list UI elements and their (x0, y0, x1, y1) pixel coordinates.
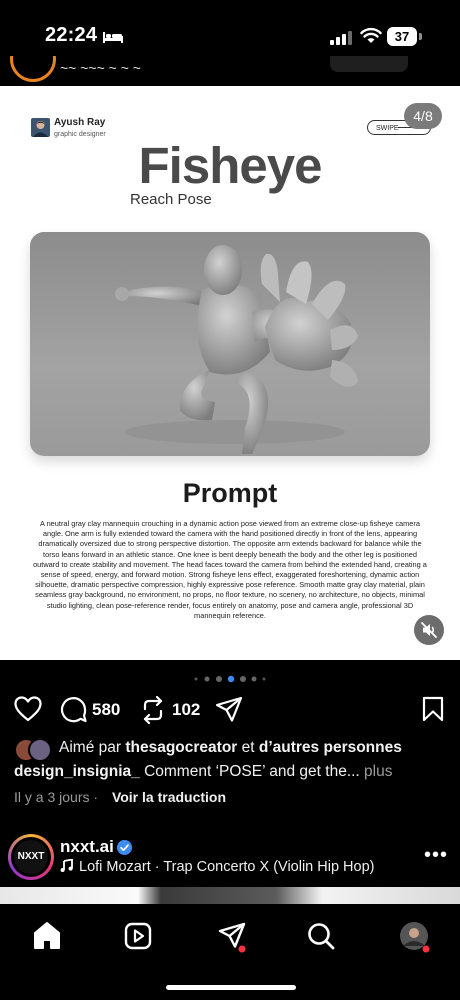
previous-post-text: ~~ ~~~ ~ ~ ~ (60, 60, 141, 76)
carousel-dot (262, 677, 266, 681)
meta-separator: · (89, 789, 102, 805)
caption-text: Comment ‘POSE’ and get the... (139, 763, 360, 780)
reposts-count[interactable]: 102 (172, 700, 200, 720)
likes-summary[interactable]: Aimé par thesagocreator et d’autres pers… (14, 738, 454, 762)
post-action-bar: 580 102 (0, 690, 460, 730)
search-icon[interactable] (301, 916, 341, 956)
likes-user[interactable]: thesagocreator (125, 739, 237, 756)
likes-text: Aimé par thesagocreator et d’autres pers… (59, 739, 402, 757)
translate-link[interactable]: Voir la traduction (112, 789, 226, 805)
liker-avatar (28, 738, 52, 762)
music-title: Lofi Mozart · Trap Concerto X (Violin Hi… (79, 859, 375, 875)
next-post-music[interactable]: Lofi Mozart · Trap Concerto X (Violin Hi… (60, 858, 375, 875)
caption-more-link[interactable]: plus (360, 763, 392, 780)
previous-post-button[interactable] (330, 56, 408, 72)
sleep-mode-icon (103, 32, 123, 43)
carousel-dot (194, 677, 198, 681)
status-time: 22:24 (45, 24, 98, 46)
carousel-dot (204, 676, 210, 682)
wifi-icon (360, 27, 382, 43)
carousel-dot-active (227, 675, 235, 683)
prompt-heading: Prompt (182, 478, 278, 508)
verified-badge-icon (117, 840, 132, 855)
post-meta: Il y a 3 jours · Voir la traduction (14, 789, 226, 805)
previous-post-footer: ~~ ~~~ ~ ~ ~ (0, 56, 460, 86)
music-note-icon (60, 858, 73, 872)
carousel-slide[interactable]: Ayush Ray graphic designer SWIPE 4/8 Fis… (0, 86, 460, 660)
likes-others[interactable]: d’autres personnes (259, 739, 402, 756)
save-bookmark-icon[interactable] (422, 696, 444, 722)
direct-messages-icon[interactable] (212, 916, 252, 956)
home-indicator (166, 985, 296, 990)
share-send-icon[interactable] (215, 696, 243, 724)
next-post-avatar[interactable]: NXXT (14, 840, 48, 874)
battery-indicator: 37 (387, 27, 417, 46)
post-time: Il y a 3 jours (14, 789, 90, 805)
slide-subtitle: Reach Pose (130, 191, 212, 208)
comments-count[interactable]: 580 (92, 700, 120, 720)
mute-button[interactable] (414, 615, 444, 645)
previous-post-avatar[interactable] (10, 56, 56, 82)
reels-icon[interactable] (118, 916, 158, 956)
battery-cap (419, 33, 422, 40)
carousel-dot (251, 676, 257, 682)
repost-icon[interactable] (140, 696, 166, 724)
notification-dot (238, 945, 246, 953)
prompt-text: A neutral gray clay mannequin crouching … (33, 519, 427, 620)
home-icon[interactable] (27, 916, 67, 956)
carousel-dots (194, 675, 266, 683)
comment-icon[interactable] (60, 696, 88, 724)
speaker-muted-icon (421, 622, 437, 638)
author-name: Ayush Ray (54, 117, 106, 128)
more-options-icon[interactable]: ••• (424, 844, 448, 867)
carousel-page-indicator: 4/8 (404, 103, 442, 129)
carousel-dot (216, 676, 222, 682)
next-post-username[interactable]: nxxt.ai (60, 837, 114, 857)
slide-title: Fisheye (138, 137, 323, 194)
author-avatar (31, 118, 50, 137)
notification-dot (422, 945, 430, 953)
likes-prefix: Aimé par (59, 739, 126, 756)
post-caption: design_insignia_ Comment ‘POSE’ and get … (14, 763, 454, 781)
like-heart-icon[interactable] (14, 696, 42, 722)
profile-avatar[interactable] (394, 916, 434, 956)
carousel-dot (240, 676, 246, 682)
mannequin-pose-image (30, 232, 430, 456)
cellular-signal-icon (330, 31, 352, 45)
likes-middle: et (237, 739, 259, 756)
caption-username[interactable]: design_insignia_ (14, 763, 140, 780)
